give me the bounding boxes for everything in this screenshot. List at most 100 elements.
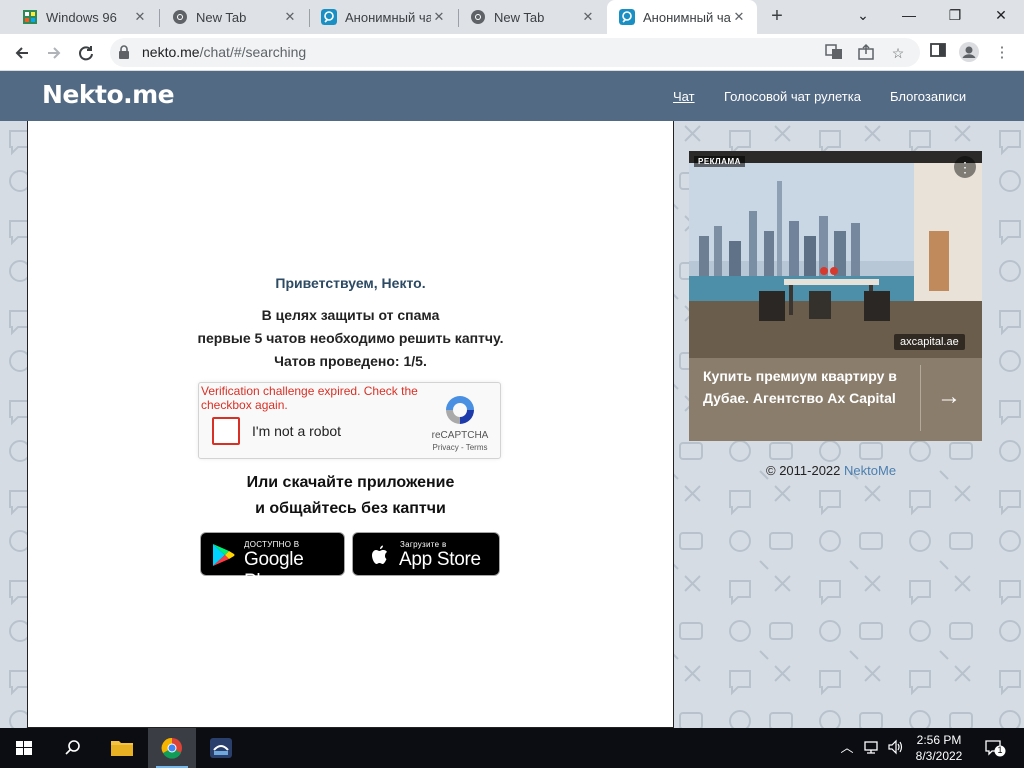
start-button[interactable] — [0, 728, 48, 768]
app-promo-line: Или скачайте приложение — [246, 474, 455, 491]
network-icon[interactable] — [862, 739, 880, 757]
tab-title: Windows 96 — [46, 9, 117, 25]
menu-kebab-icon[interactable]: ⋮ — [991, 42, 1013, 64]
url-text: nekto.me/chat/#/searching — [142, 44, 306, 60]
nav-chat[interactable]: Чат — [673, 89, 695, 104]
advertisement[interactable]: РЕКЛАМА ⋮ axcapital.ae Купить премиум кв… — [689, 151, 982, 441]
chrome-icon — [173, 10, 187, 24]
reload-button[interactable] — [72, 39, 100, 67]
recaptcha-checkbox[interactable] — [212, 417, 240, 445]
google-play-icon — [213, 544, 235, 566]
site-header: Nekto.me Чат Голосовой чат рулетка Блого… — [0, 71, 1024, 121]
tab-new-tab[interactable]: New Tab ✕ — [458, 0, 606, 34]
spam-notice-line: В целях защиты от спама — [261, 307, 440, 323]
chrome-icon — [161, 737, 182, 759]
back-button[interactable] — [8, 39, 36, 67]
tab-title: New Tab — [196, 9, 247, 25]
chats-count-text: Чатов проведено: 1/5. — [274, 353, 427, 369]
greeting-text: Приветствуем, Некто. — [275, 275, 426, 291]
tab-title: New Tab — [494, 9, 545, 25]
arrow-right-icon[interactable]: → — [933, 381, 965, 413]
app-promo-line: и общайтесь без каптчи — [255, 500, 446, 517]
address-bar[interactable]: nekto.me/chat/#/searching ☆ — [110, 38, 920, 67]
tab-title: Анонимный чат — [643, 9, 731, 25]
close-tab-icon[interactable]: ✕ — [132, 9, 148, 25]
spam-notice-line: первые 5 чатов необходимо решить каптчу. — [197, 330, 504, 346]
recaptcha-links[interactable]: Privacy - Terms — [425, 443, 495, 452]
nekto-icon — [619, 9, 635, 25]
url-host: nekto.me — [142, 44, 200, 60]
forward-arrow-icon — [48, 47, 61, 59]
tab-windows96[interactable]: Windows 96 ✕ — [10, 0, 158, 34]
windows-logo-icon — [16, 741, 32, 755]
forward-button[interactable] — [40, 39, 68, 67]
browser-toolbar: nekto.me/chat/#/searching ☆ ⋮ — [0, 34, 1024, 71]
tab-anon-chat-active[interactable]: Анонимный чат ✕ — [607, 0, 757, 34]
lock-icon — [119, 45, 129, 59]
site-logo[interactable]: Nekto.me — [42, 80, 175, 109]
clock-date: 8/3/2022 — [915, 749, 963, 763]
side-panel-icon[interactable] — [927, 42, 949, 64]
close-tab-icon[interactable]: ✕ — [431, 9, 447, 25]
ad-label: РЕКЛАМА — [694, 156, 745, 167]
bookmark-star-icon[interactable]: ☆ — [888, 43, 908, 63]
recaptcha-label[interactable]: I'm not a robot — [252, 423, 341, 439]
recaptcha-error: Verification challenge expired. Check th… — [201, 384, 418, 412]
app-icon — [210, 738, 232, 758]
app-store-small: Загрузите в — [400, 540, 447, 549]
nav-voice-roulette[interactable]: Голосовой чат рулетка — [724, 89, 861, 104]
file-explorer-button[interactable] — [98, 728, 146, 768]
new-tab-button[interactable]: + — [766, 6, 788, 28]
windows-taskbar: ︿ 2:56 PM 8/3/2022 1 — [0, 728, 1024, 768]
recaptcha-brand: reCAPTCHA — [431, 430, 489, 441]
folder-icon — [111, 741, 133, 756]
notification-count: 1 — [997, 745, 1003, 755]
ad-domain: axcapital.ae — [894, 334, 965, 350]
chrome-icon — [471, 10, 485, 24]
notification-center-button[interactable]: 1 — [984, 738, 1006, 758]
restore-button[interactable]: ❐ — [932, 0, 978, 30]
chat-panel: Приветствуем, Некто. В целях защиты от с… — [27, 121, 674, 728]
system-clock[interactable]: 2:56 PM 8/3/2022 — [900, 732, 978, 764]
ad-headline[interactable]: Купить премиум квартиру в Дубае. Агентст… — [703, 365, 903, 409]
copyright-text: © 2011-2022 — [766, 463, 841, 478]
app-store-button[interactable]: Загрузите в App Store — [352, 532, 500, 576]
recaptcha-widget: Verification challenge expired. Check th… — [198, 382, 501, 459]
translate-icon[interactable] — [824, 43, 844, 63]
tab-strip: Windows 96 ✕ New Tab ✕ Анонимный чат ✕ N… — [0, 0, 1024, 34]
search-button[interactable] — [48, 728, 96, 768]
google-play-big: Google Play — [244, 549, 304, 592]
copyright: © 2011-2022 NektoMe — [766, 463, 896, 478]
ad-divider — [920, 365, 921, 431]
chrome-taskbar-button[interactable] — [148, 728, 196, 768]
apple-icon — [372, 545, 387, 564]
profile-avatar-icon[interactable] — [958, 42, 980, 64]
nekto-icon — [321, 9, 337, 25]
tab-anon-chat[interactable]: Анонимный чат ✕ — [309, 0, 457, 34]
url-path: /chat/#/searching — [199, 44, 307, 60]
ad-options-icon[interactable]: ⋮ — [954, 156, 976, 178]
windows96-icon — [23, 10, 37, 24]
nektome-link[interactable]: NektoMe — [844, 463, 896, 478]
show-hidden-icons-icon[interactable]: ︿ — [838, 739, 856, 757]
clock-time: 2:56 PM — [916, 733, 962, 747]
tab-new-tab[interactable]: New Tab ✕ — [160, 0, 308, 34]
web-page: Nekto.me Чат Голосовой чат рулетка Блого… — [0, 71, 1024, 728]
tab-title: Анонимный чат — [345, 9, 431, 25]
back-arrow-icon — [15, 47, 28, 59]
search-icon — [65, 740, 80, 755]
google-play-small: ДОСТУПНО В — [244, 540, 300, 549]
share-icon[interactable] — [856, 43, 876, 63]
reload-icon — [79, 46, 93, 61]
app-store-big: App Store — [399, 549, 481, 570]
recaptcha-logo-icon — [446, 396, 474, 424]
google-play-button[interactable]: ДОСТУПНО В Google Play — [200, 532, 345, 592]
close-tab-icon[interactable]: ✕ — [731, 9, 747, 25]
nav-blog[interactable]: Блогозаписи — [890, 89, 966, 104]
tab-search-icon[interactable]: ⌄ — [840, 0, 886, 30]
app-taskbar-button[interactable] — [197, 728, 245, 768]
close-tab-icon[interactable]: ✕ — [580, 9, 596, 25]
minimize-button[interactable]: — — [886, 0, 932, 30]
close-tab-icon[interactable]: ✕ — [282, 9, 298, 25]
close-window-button[interactable]: ✕ — [978, 0, 1024, 30]
